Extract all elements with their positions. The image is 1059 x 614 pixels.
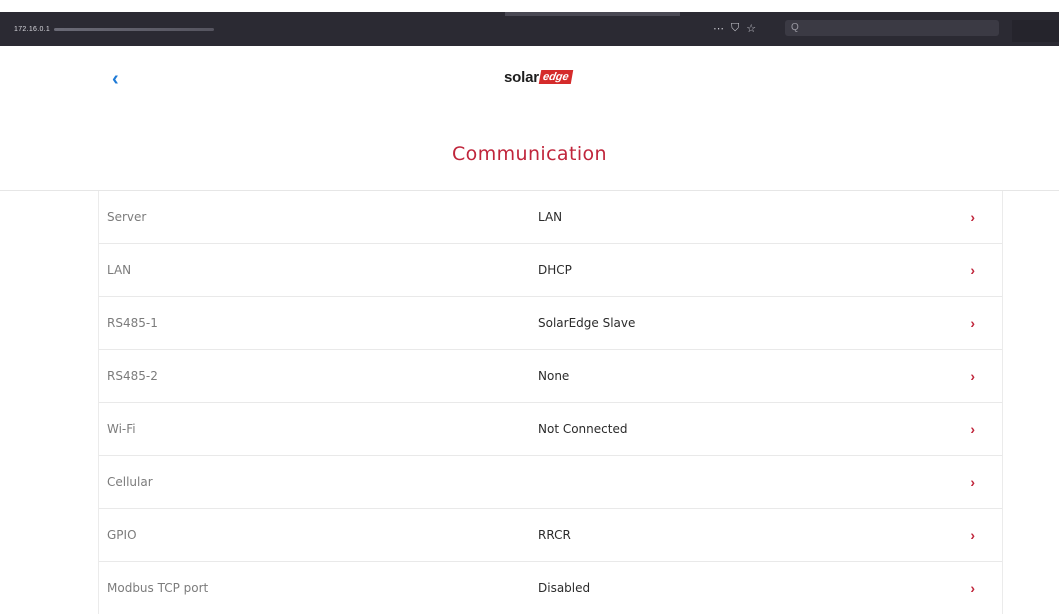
star-icon[interactable]: ☆ (746, 22, 756, 35)
settings-row-lan[interactable]: LAN DHCP › (99, 244, 1002, 297)
chevron-right-icon: › (970, 368, 975, 384)
chevron-right-icon: › (970, 315, 975, 331)
settings-row-wifi[interactable]: Wi-Fi Not Connected › (99, 403, 1002, 456)
row-label: GPIO (107, 528, 137, 542)
row-value: Not Connected (538, 422, 628, 436)
toolbar-icons: ⋯ ⛉ ☆ (713, 22, 756, 35)
solaredge-logo: solar edge (504, 67, 573, 87)
settings-row-server[interactable]: Server LAN › (99, 191, 1002, 244)
search-input[interactable]: Q (785, 20, 999, 36)
page-title: Communication (452, 143, 607, 165)
row-value: Disabled (538, 581, 591, 595)
row-value: RRCR (538, 528, 571, 542)
row-value: LAN (538, 210, 563, 224)
chevron-right-icon: › (970, 262, 975, 278)
row-label: RS485-1 (107, 316, 158, 330)
settings-row-rs485-2[interactable]: RS485-2 None › (99, 350, 1002, 403)
chevron-right-icon: › (970, 421, 975, 437)
browser-toolbar: 172.16.0.1 ⋯ ⛉ ☆ Q (0, 0, 1059, 48)
chevron-right-icon: › (970, 209, 975, 225)
settings-row-gpio[interactable]: GPIO RRCR › (99, 509, 1002, 562)
row-label: Cellular (107, 475, 153, 489)
search-icon: Q (791, 22, 799, 33)
toolbar-extension-area (1012, 20, 1059, 42)
row-label: LAN (107, 263, 132, 277)
chevron-right-icon: › (970, 580, 975, 596)
pocket-icon[interactable]: ⛉ (731, 22, 739, 35)
logo-text-solar: solar (504, 68, 539, 86)
logo-text-edge: edge (538, 70, 573, 84)
chevron-right-icon: › (970, 474, 975, 490)
row-label: Server (107, 210, 147, 224)
chevron-left-icon: ‹ (112, 68, 119, 90)
row-label: Wi-Fi (107, 422, 136, 436)
url-text: 172.16.0.1 (14, 26, 51, 33)
address-bar[interactable]: 172.16.0.1 (14, 26, 215, 33)
more-icon[interactable]: ⋯ (713, 22, 724, 35)
chevron-right-icon: › (970, 527, 975, 543)
active-tab-indicator[interactable] (505, 12, 680, 16)
settings-row-modbus-tcp[interactable]: Modbus TCP port Disabled › (99, 562, 1002, 614)
back-button[interactable]: ‹ (112, 68, 134, 90)
row-label: Modbus TCP port (107, 581, 209, 595)
settings-list: Server LAN › LAN DHCP › RS485-1 SolarEdg… (98, 191, 1003, 614)
row-value: None (538, 369, 570, 383)
settings-row-cellular[interactable]: Cellular › (99, 456, 1002, 509)
row-value: SolarEdge Slave (538, 316, 636, 330)
row-value: DHCP (538, 263, 572, 277)
url-path (54, 27, 215, 31)
settings-row-rs485-1[interactable]: RS485-1 SolarEdge Slave › (99, 297, 1002, 350)
row-label: RS485-2 (107, 369, 158, 383)
